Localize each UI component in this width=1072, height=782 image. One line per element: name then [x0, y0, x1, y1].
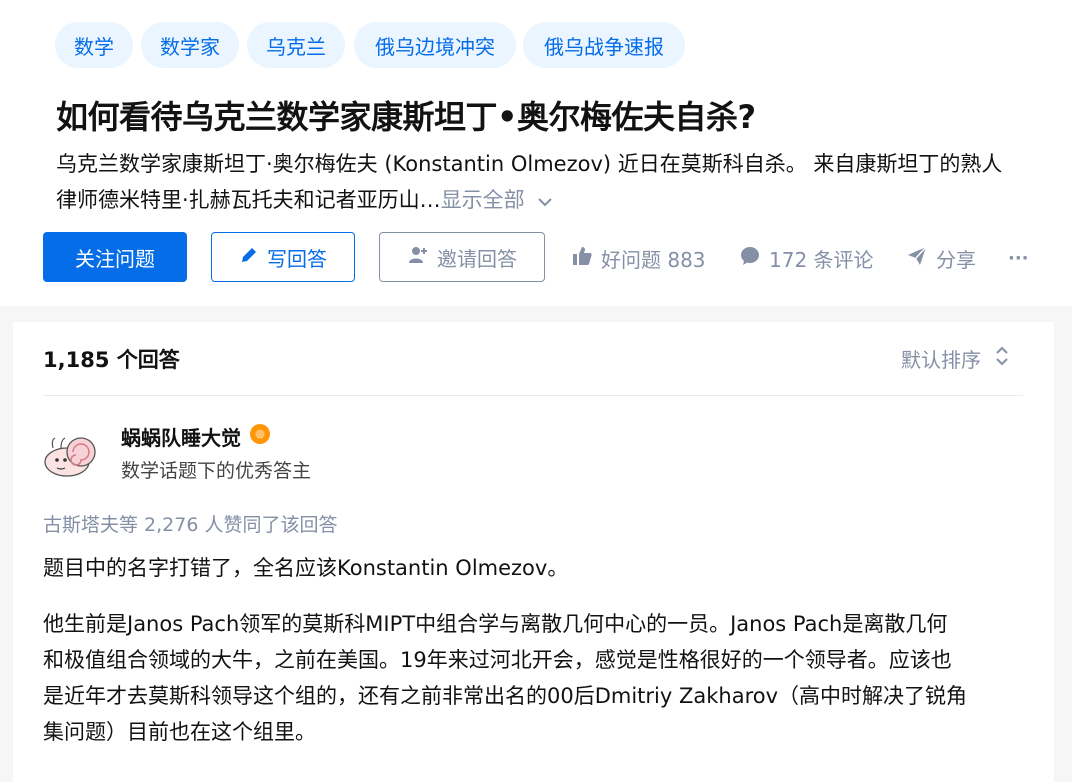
thumbs-up-icon	[571, 245, 593, 272]
description-text: 律师德米特里·扎赫瓦托夫和记者亚历山…	[56, 188, 441, 212]
description-line: 律师德米特里·扎赫瓦托夫和记者亚历山…显示全部	[56, 182, 1066, 219]
share-label: 分享	[936, 247, 976, 272]
pencil-icon	[239, 245, 259, 270]
avatar[interactable]	[43, 426, 101, 484]
topic-tag-mathematician[interactable]: 数学家	[141, 22, 239, 68]
topic-tag-war-news[interactable]: 俄乌战争速报	[523, 22, 685, 68]
paragraph-line: 集问题）目前也在这个组里。	[43, 720, 316, 744]
comments-label: 172 条评论	[769, 247, 874, 272]
sort-dropdown[interactable]: 默认排序	[901, 344, 1009, 373]
question-title: 如何看待乌克兰数学家康斯坦丁•奥尔梅佐夫自杀?	[56, 98, 756, 136]
write-answer-button[interactable]: 写回答	[211, 232, 355, 282]
topic-tag-border-conflict[interactable]: 俄乌边境冲突	[354, 22, 516, 68]
invite-answer-label: 邀请回答	[437, 246, 517, 271]
question-description: 乌克兰数学家康斯坦丁·奥尔梅佐夫 (Konstantin Olmezov) 近日…	[56, 146, 1066, 219]
author-name[interactable]: 蜗蜗队睡大觉	[121, 422, 271, 451]
answers-card: 1,185 个回答 默认排序 蜗蜗队睡大觉 数学话题下的优秀答主 古斯塔夫等 2…	[13, 322, 1054, 782]
upvotes-summary: 古斯塔夫等 2,276 人赞同了该回答	[43, 514, 338, 536]
sort-chevron-icon	[995, 345, 1009, 372]
author-name-text: 蜗蜗队睡大觉	[121, 426, 241, 450]
more-options-button[interactable]: ···	[1008, 244, 1029, 272]
good-question-label: 好问题 883	[601, 247, 706, 272]
topic-tag-ukraine[interactable]: 乌克兰	[247, 22, 345, 68]
answer-paragraph: 他生前是Janos Pach领军的莫斯科MIPT中组合学与离散几何中心的一员。J…	[43, 606, 1033, 750]
answer-paragraph: 题目中的名字打错了，全名应该Konstantin Olmezov。	[43, 556, 569, 580]
comment-bubble-icon	[739, 245, 761, 272]
answer-content: 题目中的名字打错了，全名应该Konstantin Olmezov。 他生前是Ja…	[43, 550, 1033, 750]
excellent-answerer-badge-icon	[249, 423, 271, 450]
author-bio: 数学话题下的优秀答主	[121, 460, 312, 482]
comments-button[interactable]: 172 条评论	[739, 244, 874, 272]
paper-plane-icon	[906, 245, 928, 272]
follow-question-button[interactable]: 关注问题	[43, 232, 187, 282]
paragraph-line: 是近年才去莫斯科领导这个组的，还有之前非常出名的00后Dmitriy Zakha…	[43, 684, 968, 708]
add-user-icon	[407, 244, 429, 271]
paragraph-line: 和极值组合领域的大牛，之前在美国。19年来过河北开会，感觉是性格很好的一个领导者…	[43, 648, 952, 672]
show-all-link[interactable]: 显示全部	[441, 188, 525, 212]
write-answer-label: 写回答	[267, 246, 327, 271]
share-button[interactable]: 分享	[906, 244, 976, 272]
invite-answer-button[interactable]: 邀请回答	[379, 232, 545, 282]
good-question-button[interactable]: 好问题 883	[571, 244, 706, 272]
question-header: 数学 数学家 乌克兰 俄乌边境冲突 俄乌战争速报 如何看待乌克兰数学家康斯坦丁•…	[0, 0, 1072, 306]
answers-count: 1,185 个回答	[43, 348, 180, 372]
sort-label: 默认排序	[901, 348, 981, 372]
paragraph-line: 他生前是Janos Pach领军的莫斯科MIPT中组合学与离散几何中心的一员。J…	[43, 612, 948, 636]
chevron-down-icon[interactable]	[537, 183, 553, 219]
divider	[43, 395, 1023, 396]
topic-tag-math[interactable]: 数学	[55, 22, 133, 68]
description-line: 乌克兰数学家康斯坦丁·奥尔梅佐夫 (Konstantin Olmezov) 近日…	[56, 152, 1003, 176]
